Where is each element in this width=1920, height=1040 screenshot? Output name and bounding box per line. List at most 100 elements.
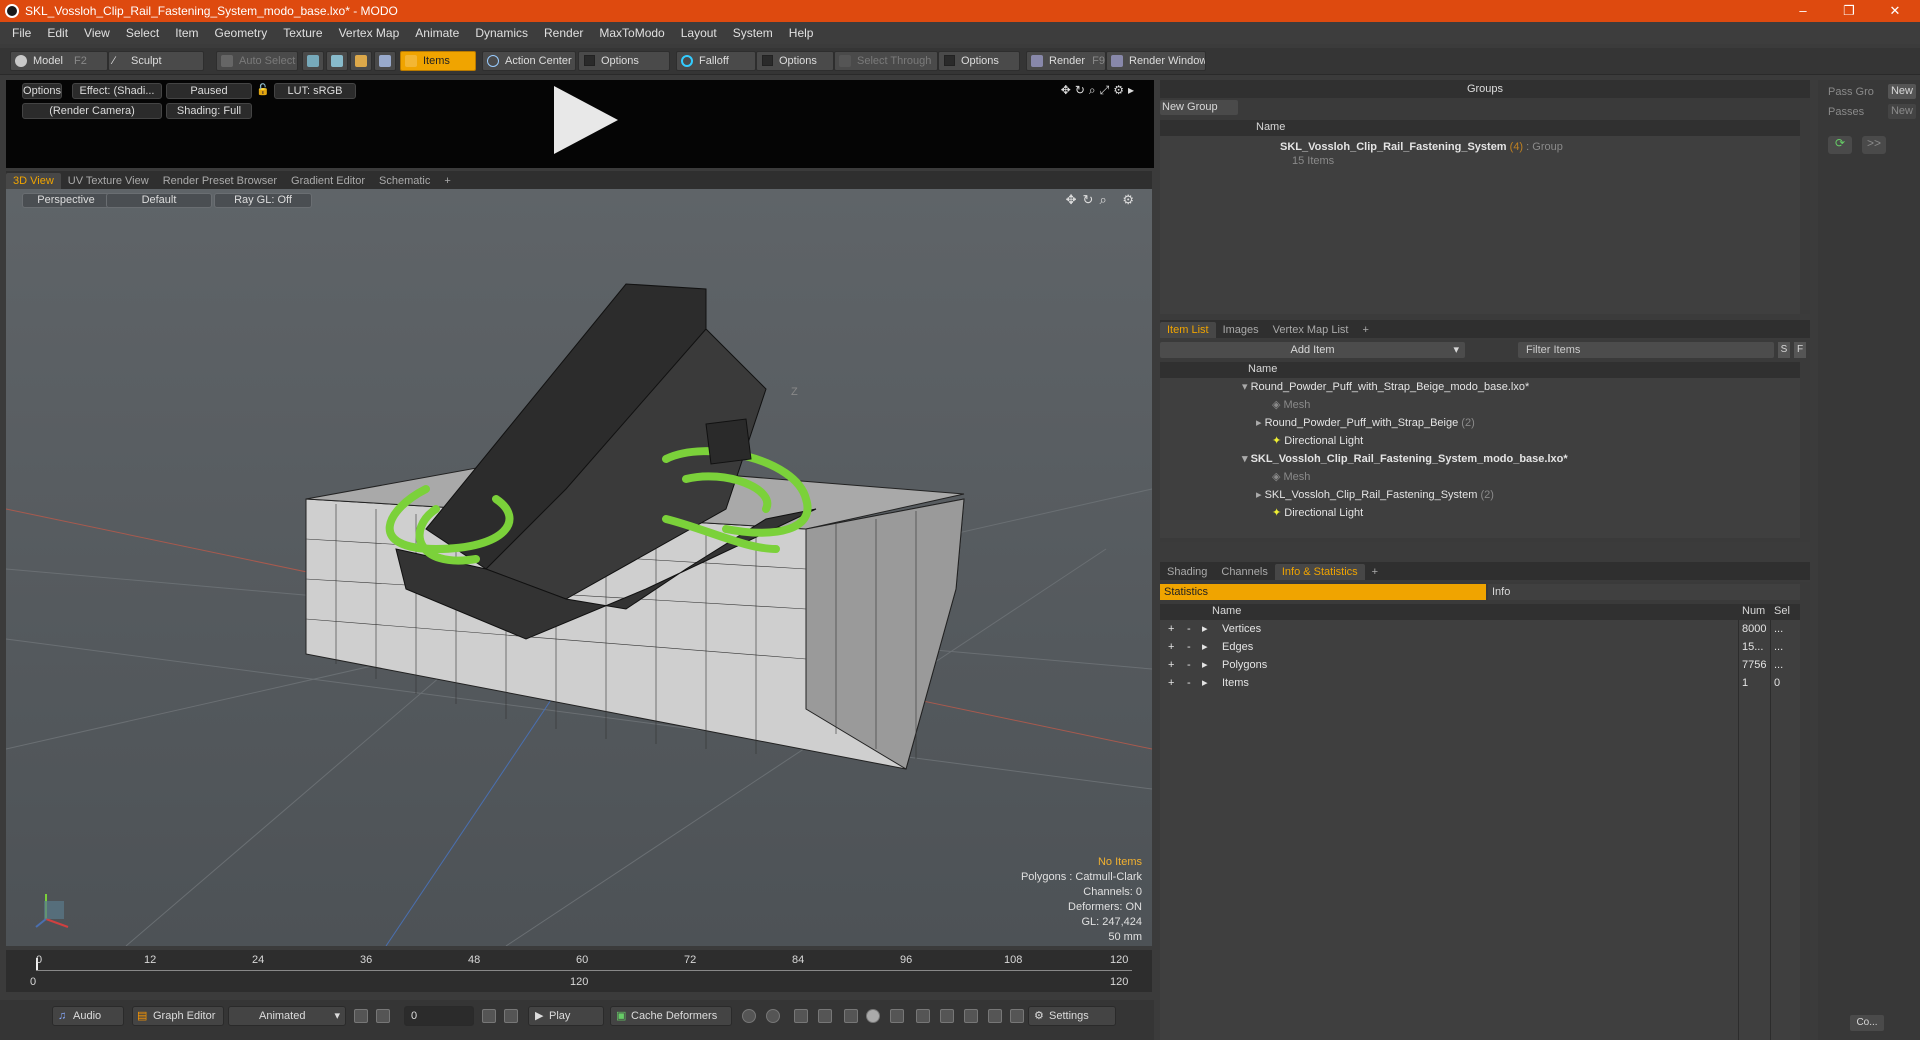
viewport-3d[interactable]: Perspective Default Ray GL: Off ✥↻⌕ ⚙ Z … xyxy=(6,189,1152,946)
menu-geometry[interactable]: Geometry xyxy=(207,26,276,40)
loop-icon[interactable] xyxy=(890,1009,904,1023)
info-tab[interactable]: Info xyxy=(1488,584,1800,600)
maximize-button[interactable]: ❐ xyxy=(1826,0,1872,22)
s-button[interactable]: S xyxy=(1778,342,1790,358)
action-center-options-button[interactable]: Options xyxy=(578,51,670,71)
minimize-button[interactable]: – xyxy=(1780,0,1826,22)
render-camera-dropdown[interactable]: (Render Camera) xyxy=(22,103,162,119)
menu-maxtomodo[interactable]: MaxToModo xyxy=(591,26,672,40)
graph-editor-button[interactable]: ▤ Graph Editor xyxy=(132,1006,224,1026)
frame-input[interactable]: 0 xyxy=(404,1006,474,1026)
list-item[interactable]: ✦ Directional Light xyxy=(1160,432,1800,450)
tab-uv-texture-view[interactable]: UV Texture View xyxy=(61,173,156,189)
list-item[interactable]: ◈ Mesh xyxy=(1160,468,1800,486)
model-mode-button[interactable]: Model F2 xyxy=(10,51,108,71)
tab-schematic[interactable]: Schematic xyxy=(372,173,437,189)
add-tab-button[interactable]: + xyxy=(437,173,457,189)
select-through-button[interactable]: Select Through xyxy=(834,51,938,71)
collapse-minus-icon[interactable]: - xyxy=(1187,674,1191,692)
new-pass-group-button[interactable]: New xyxy=(1888,84,1916,99)
forward-icon[interactable] xyxy=(940,1009,954,1023)
collapse-minus-icon[interactable]: - xyxy=(1187,638,1191,656)
key-filter-icon[interactable] xyxy=(844,1009,858,1023)
collapse-minus-icon[interactable]: - xyxy=(1187,620,1191,638)
expand-plus-icon[interactable]: + xyxy=(1168,620,1174,638)
list-item[interactable]: ▸ Round_Powder_Puff_with_Strap_Beige (2) xyxy=(1160,414,1800,432)
menu-vertex-map[interactable]: Vertex Map xyxy=(331,26,408,40)
paused-button[interactable]: Paused xyxy=(166,83,252,99)
list-item[interactable]: ▸ SKL_Vossloh_Clip_Rail_Fastening_System… xyxy=(1160,486,1800,504)
preview-nav-icons[interactable]: ✥↻⌕⤢⚙▸ xyxy=(1061,83,1138,98)
table-row[interactable]: + - ▸ Items 1 0 xyxy=(1160,674,1800,692)
next-frame-icon[interactable] xyxy=(482,1009,496,1023)
menu-view[interactable]: View xyxy=(76,26,118,40)
collapse-minus-icon[interactable]: - xyxy=(1187,656,1191,674)
list-item[interactable]: ◈ Mesh xyxy=(1160,396,1800,414)
refresh-icon[interactable]: ⟳ xyxy=(1828,136,1852,154)
effect-dropdown[interactable]: Effect: (Shadi... xyxy=(72,83,162,99)
vertices-mode-button[interactable] xyxy=(302,51,324,71)
next-key-icon[interactable] xyxy=(818,1009,832,1023)
select-through-options-button[interactable]: Options xyxy=(938,51,1020,71)
expand-plus-icon[interactable]: + xyxy=(1168,638,1174,656)
new-pass-button[interactable]: New xyxy=(1888,104,1916,119)
statistics-tab[interactable]: Statistics xyxy=(1160,584,1486,600)
lock-icon[interactable]: 🔓 xyxy=(256,83,270,99)
list-item[interactable]: ▾ SKL_Vossloh_Clip_Rail_Fastening_System… xyxy=(1160,450,1800,468)
cache-deformers-button[interactable]: ▣ Cache Deformers xyxy=(610,1006,732,1026)
menu-edit[interactable]: Edit xyxy=(39,26,76,40)
tab-item-list[interactable]: Item List xyxy=(1160,322,1216,338)
table-row[interactable]: + - ▸ Edges 15... ... xyxy=(1160,638,1800,656)
timeline[interactable]: 0 12 24 36 48 60 72 84 96 108 120 0 120 … xyxy=(6,950,1152,992)
table-row[interactable]: + - ▸ Polygons 7756 ... xyxy=(1160,656,1800,674)
prev-key-icon[interactable] xyxy=(794,1009,808,1023)
preview-options-button[interactable]: Options xyxy=(22,83,62,99)
add-tab-button[interactable]: + xyxy=(1355,322,1375,338)
menu-item[interactable]: Item xyxy=(167,26,206,40)
settings-button[interactable]: ⚙ Settings xyxy=(1028,1006,1116,1026)
menu-animate[interactable]: Animate xyxy=(407,26,467,40)
auto-key-icon[interactable] xyxy=(766,1009,780,1023)
tab-channels[interactable]: Channels xyxy=(1214,564,1274,580)
sync-icon[interactable] xyxy=(964,1009,978,1023)
materials-mode-button[interactable] xyxy=(374,51,396,71)
audio-button[interactable]: ♫ Audio xyxy=(52,1006,124,1026)
menu-layout[interactable]: Layout xyxy=(673,26,725,40)
tab-render-preset-browser[interactable]: Render Preset Browser xyxy=(156,173,284,189)
menu-texture[interactable]: Texture xyxy=(275,26,330,40)
sculpt-mode-button[interactable]: ∕ Sculpt xyxy=(108,51,204,71)
table-row[interactable]: + - ▸ Vertices 8000 ... xyxy=(1160,620,1800,638)
menu-file[interactable]: File xyxy=(4,26,39,40)
key-icon[interactable] xyxy=(742,1009,756,1023)
tab-3d-view[interactable]: 3D View xyxy=(6,173,61,189)
refresh-icon[interactable] xyxy=(988,1009,1002,1023)
new-group-button[interactable]: New Group xyxy=(1160,100,1238,115)
items-mode-button[interactable]: Items xyxy=(400,51,476,71)
co-button[interactable]: Co... xyxy=(1850,1015,1884,1031)
prev-frame-icon[interactable] xyxy=(376,1009,390,1023)
go-end-icon[interactable] xyxy=(504,1009,518,1023)
falloff-button[interactable]: Falloff xyxy=(676,51,756,71)
close-button[interactable]: ✕ xyxy=(1872,0,1918,22)
expand-plus-icon[interactable]: + xyxy=(1168,674,1174,692)
tab-info-statistics[interactable]: Info & Statistics xyxy=(1274,564,1365,580)
falloff-options-button[interactable]: Options xyxy=(756,51,834,71)
tab-vertex-map-list[interactable]: Vertex Map List xyxy=(1266,322,1356,338)
menu-help[interactable]: Help xyxy=(781,26,822,40)
filter-items-input[interactable]: Filter Items xyxy=(1518,342,1774,358)
record-icon[interactable] xyxy=(866,1009,880,1023)
tab-shading[interactable]: Shading xyxy=(1160,564,1214,580)
polygons-mode-button[interactable] xyxy=(350,51,372,71)
add-item-dropdown[interactable]: Add Item ▾ xyxy=(1160,342,1465,358)
f-button[interactable]: F xyxy=(1794,342,1806,358)
tab-images[interactable]: Images xyxy=(1216,322,1266,338)
render-window-button[interactable]: Render Window xyxy=(1106,51,1206,71)
edges-mode-button[interactable] xyxy=(326,51,348,71)
menu-dynamics[interactable]: Dynamics xyxy=(467,26,536,40)
menu-system[interactable]: System xyxy=(725,26,781,40)
render-button[interactable]: Render F9 xyxy=(1026,51,1106,71)
animated-dropdown[interactable]: Animated ▾ xyxy=(228,1006,346,1026)
list-item[interactable]: ✦ Directional Light xyxy=(1160,504,1800,522)
menu-render[interactable]: Render xyxy=(536,26,591,40)
go-start-icon[interactable] xyxy=(354,1009,368,1023)
